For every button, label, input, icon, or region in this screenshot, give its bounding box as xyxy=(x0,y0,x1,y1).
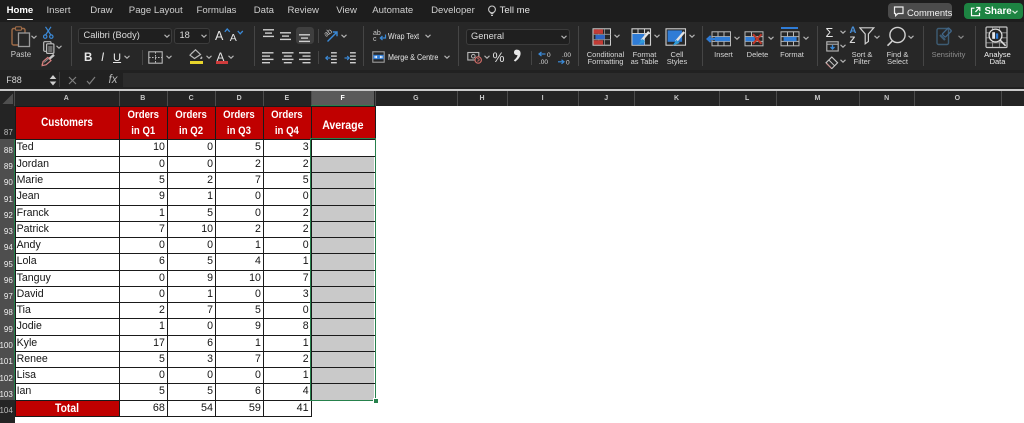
svg-text:.00: .00 xyxy=(539,59,548,65)
svg-text:0: 0 xyxy=(566,59,570,65)
svg-text:.00: .00 xyxy=(562,52,571,59)
svg-text:0: 0 xyxy=(547,52,551,59)
